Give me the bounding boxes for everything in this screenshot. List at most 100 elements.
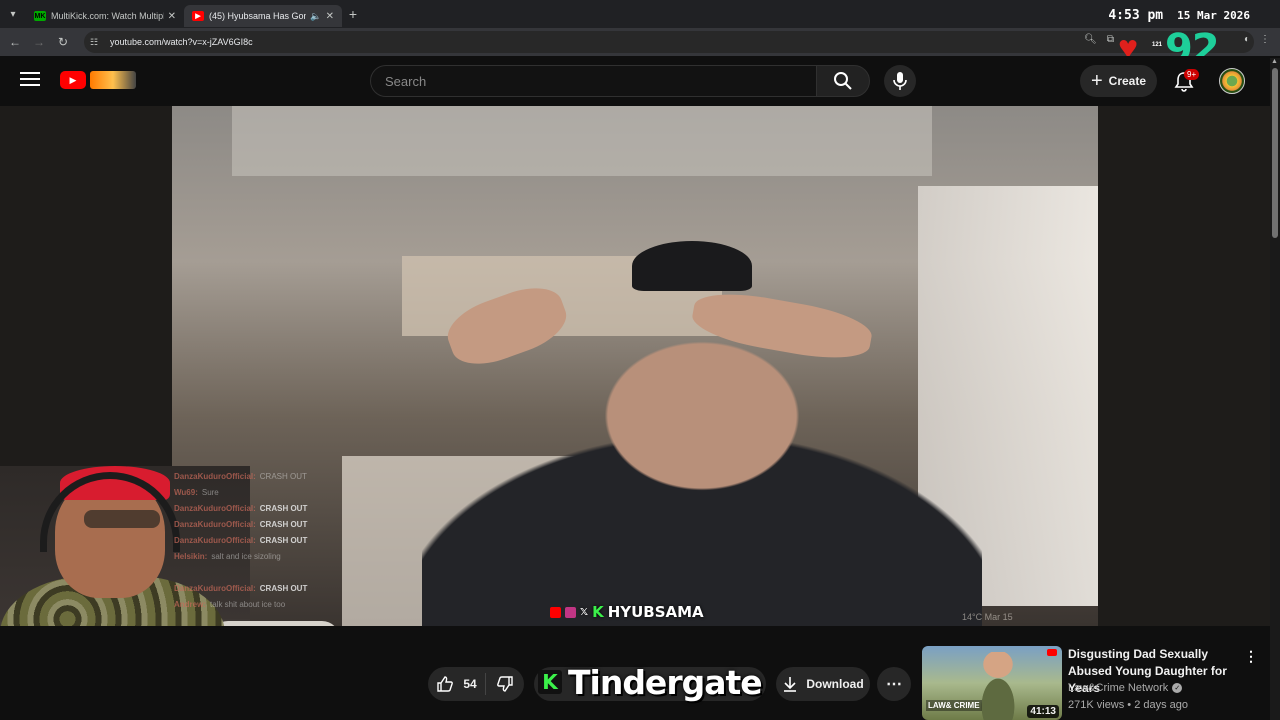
scrollbar-thumb[interactable] bbox=[1272, 68, 1278, 238]
kick-logo-icon: K bbox=[538, 670, 562, 694]
plus-icon: + bbox=[1090, 70, 1103, 92]
like-count: 54 bbox=[463, 677, 477, 691]
like-dislike-segment: 54 bbox=[428, 667, 524, 701]
speaker-icon[interactable]: 🔈 bbox=[310, 11, 321, 22]
like-button[interactable]: 54 bbox=[428, 673, 486, 695]
youtube-play-icon: ▶ bbox=[60, 71, 86, 89]
youtube-mini-icon bbox=[1047, 649, 1057, 656]
video-timestamp: 14°C Mar 15 bbox=[962, 612, 1013, 622]
thumbs-down-icon bbox=[497, 676, 513, 692]
chat-username: Helsikin: bbox=[174, 551, 208, 561]
clock-date: 15 Mar 2026 bbox=[1177, 9, 1250, 22]
reload-icon[interactable]: ↻ bbox=[51, 35, 75, 49]
chat-message: DanzaKuduroOfficial: CRASH OUT bbox=[174, 468, 324, 484]
chat-message: DanzaKuduroOfficial: CRASH OUT bbox=[174, 580, 324, 596]
chat-message: Wu69: Sure bbox=[174, 484, 324, 500]
chat-username: DanzaKuduroOfficial: bbox=[174, 535, 256, 545]
chat-text: CRASH OUT bbox=[259, 471, 307, 481]
browser-menu-icon[interactable]: ⋮ bbox=[1260, 34, 1270, 45]
install-app-icon[interactable]: ⧉ bbox=[1107, 34, 1114, 45]
chat-text: Sure bbox=[201, 487, 219, 497]
create-button[interactable]: + Create bbox=[1080, 65, 1157, 97]
multikick-favicon-icon: MK bbox=[34, 11, 46, 21]
browser-toolbar: ← → ↻ ☷ youtube.com/watch?v=x-jZAV6GI8c … bbox=[0, 28, 1280, 56]
browser-tab-bar: ▾ MK MultiKick.com: Watch Multiple ✕ ▶ (… bbox=[0, 0, 1280, 28]
chat-text: CRASH OUT bbox=[259, 503, 308, 513]
microphone-icon bbox=[893, 72, 907, 90]
youtube-logo[interactable]: ▶ bbox=[60, 71, 136, 89]
dislike-button[interactable] bbox=[486, 675, 524, 693]
guide-menu-icon[interactable] bbox=[20, 72, 40, 88]
close-tab-icon[interactable]: ✕ bbox=[326, 11, 334, 22]
chat-message: DanzaKuduroOfficial: CRASH OUT bbox=[174, 532, 324, 548]
watermark-text: HYUBSAMA bbox=[607, 603, 704, 621]
verified-check-icon: ✓ bbox=[1172, 683, 1183, 693]
tab-title: MultiKick.com: Watch Multiple bbox=[51, 11, 164, 21]
download-label: Download bbox=[806, 677, 864, 691]
page-scrollbar[interactable]: ▲ bbox=[1270, 58, 1280, 720]
profile-icon[interactable]: ◐ bbox=[1244, 34, 1250, 45]
download-icon bbox=[784, 677, 797, 692]
recommended-meta: 271K views • 2 days ago bbox=[1068, 699, 1189, 711]
video-scene-cap bbox=[632, 241, 752, 291]
tindergate-overlay: K Tindergate bbox=[538, 662, 763, 702]
thumbs-up-icon bbox=[437, 676, 454, 692]
notification-badge: 9+ bbox=[1184, 69, 1200, 80]
video-scene-ceiling bbox=[232, 106, 932, 176]
search-button[interactable] bbox=[816, 65, 870, 97]
url-text: youtube.com/watch?v=x-jZAV6GI8c bbox=[110, 37, 253, 47]
x-icon: 𝕏 bbox=[580, 606, 589, 618]
recommended-video[interactable]: LAW& CRIME 41:13 Disgusting Dad Sexually… bbox=[922, 646, 1266, 720]
search-icon bbox=[834, 72, 852, 90]
back-arrow-icon[interactable]: ← bbox=[3, 35, 27, 49]
scroll-up-arrow-icon[interactable]: ▲ bbox=[1271, 58, 1278, 65]
forward-arrow-icon[interactable]: → bbox=[27, 35, 51, 49]
instagram-icon bbox=[565, 606, 576, 618]
thumbnail-person bbox=[980, 652, 1016, 720]
doodle-logo-art bbox=[90, 71, 136, 89]
recommended-thumbnail[interactable]: LAW& CRIME 41:13 bbox=[922, 646, 1062, 720]
chat-message bbox=[174, 564, 324, 580]
chat-message: DanzaKuduroOfficial: CRASH OUT bbox=[174, 516, 324, 532]
clock-overlay: 4:53 pm 15 Mar 2026 bbox=[1108, 8, 1250, 23]
chat-message: Andrew: talk shit about ice too bbox=[174, 596, 324, 612]
youtube-favicon-icon: ▶ bbox=[192, 11, 204, 21]
address-bar[interactable]: ☷ youtube.com/watch?v=x-jZAV6GI8c bbox=[84, 31, 1254, 53]
chat-username: DanzaKuduroOfficial: bbox=[174, 583, 256, 593]
chat-message: DanzaKuduroOfficial: CRASH OUT bbox=[174, 500, 324, 516]
tab-title: (45) Hyubsama Has Gone In bbox=[209, 11, 307, 21]
clock-time: 4:53 pm bbox=[1108, 8, 1164, 23]
heart-count: 121 bbox=[1152, 42, 1163, 48]
voice-search-button[interactable] bbox=[884, 65, 916, 97]
youtube-icon bbox=[550, 606, 561, 618]
creator-watermark: 𝕏 K HYUBSAMA bbox=[550, 603, 704, 621]
tab-search-chevron-icon[interactable]: ▾ bbox=[0, 0, 26, 28]
chat-text: CRASH OUT bbox=[259, 519, 308, 529]
zoom-icon[interactable]: 🔍︎ bbox=[1084, 34, 1097, 45]
create-label: Create bbox=[1108, 74, 1147, 88]
channel-name: Law&Crime Network bbox=[1068, 682, 1169, 694]
chat-username: DanzaKuduroOfficial: bbox=[174, 471, 256, 481]
site-info-icon[interactable]: ☷ bbox=[90, 37, 104, 48]
account-avatar[interactable] bbox=[1219, 68, 1245, 94]
chat-text: CRASH OUT bbox=[259, 535, 308, 545]
recommendation-menu-icon[interactable]: ⋮ bbox=[1244, 648, 1258, 665]
close-tab-icon[interactable]: ✕ bbox=[168, 11, 176, 22]
youtube-header: ▶ Search + Create 9+ bbox=[0, 56, 1280, 106]
chat-username: DanzaKuduroOfficial: bbox=[174, 519, 256, 529]
more-actions-button[interactable]: ⋯ bbox=[877, 667, 911, 701]
chat-username: Wu69: bbox=[174, 487, 198, 497]
kick-icon: K bbox=[592, 603, 604, 621]
new-tab-button[interactable]: + bbox=[342, 6, 364, 22]
chat-text: CRASH OUT bbox=[259, 583, 308, 593]
video-duration: 41:13 bbox=[1027, 705, 1059, 718]
tab-youtube-video[interactable]: ▶ (45) Hyubsama Has Gone In 🔈 ✕ bbox=[184, 5, 342, 27]
recommended-channel[interactable]: Law&Crime Network ✓ bbox=[1068, 682, 1183, 694]
chat-message: Helsikin: salt and ice sizoling bbox=[174, 548, 324, 564]
thumbnail-text: LAW& CRIME bbox=[926, 700, 982, 711]
download-button[interactable]: Download bbox=[776, 667, 870, 701]
tindergate-text: Tindergate bbox=[568, 662, 763, 702]
chat-text: talk shit about ice too bbox=[210, 599, 286, 609]
search-input[interactable]: Search bbox=[370, 65, 817, 97]
tab-multikick[interactable]: MK MultiKick.com: Watch Multiple ✕ bbox=[26, 5, 184, 27]
